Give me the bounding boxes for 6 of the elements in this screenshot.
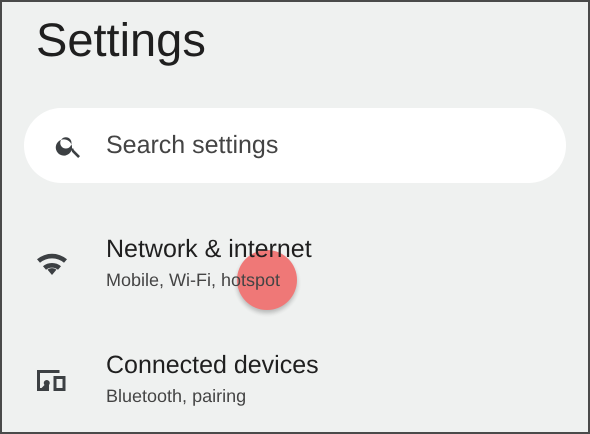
search-bar[interactable]: Search settings: [24, 108, 566, 183]
search-field[interactable]: Search settings: [104, 130, 508, 161]
page-title: Settings: [35, 12, 207, 68]
item-title[interactable]: Network & internet: [106, 235, 312, 264]
item-subtitle: Bluetooth, pairing: [106, 386, 248, 407]
item-title[interactable]: Connected devices: [106, 351, 319, 380]
